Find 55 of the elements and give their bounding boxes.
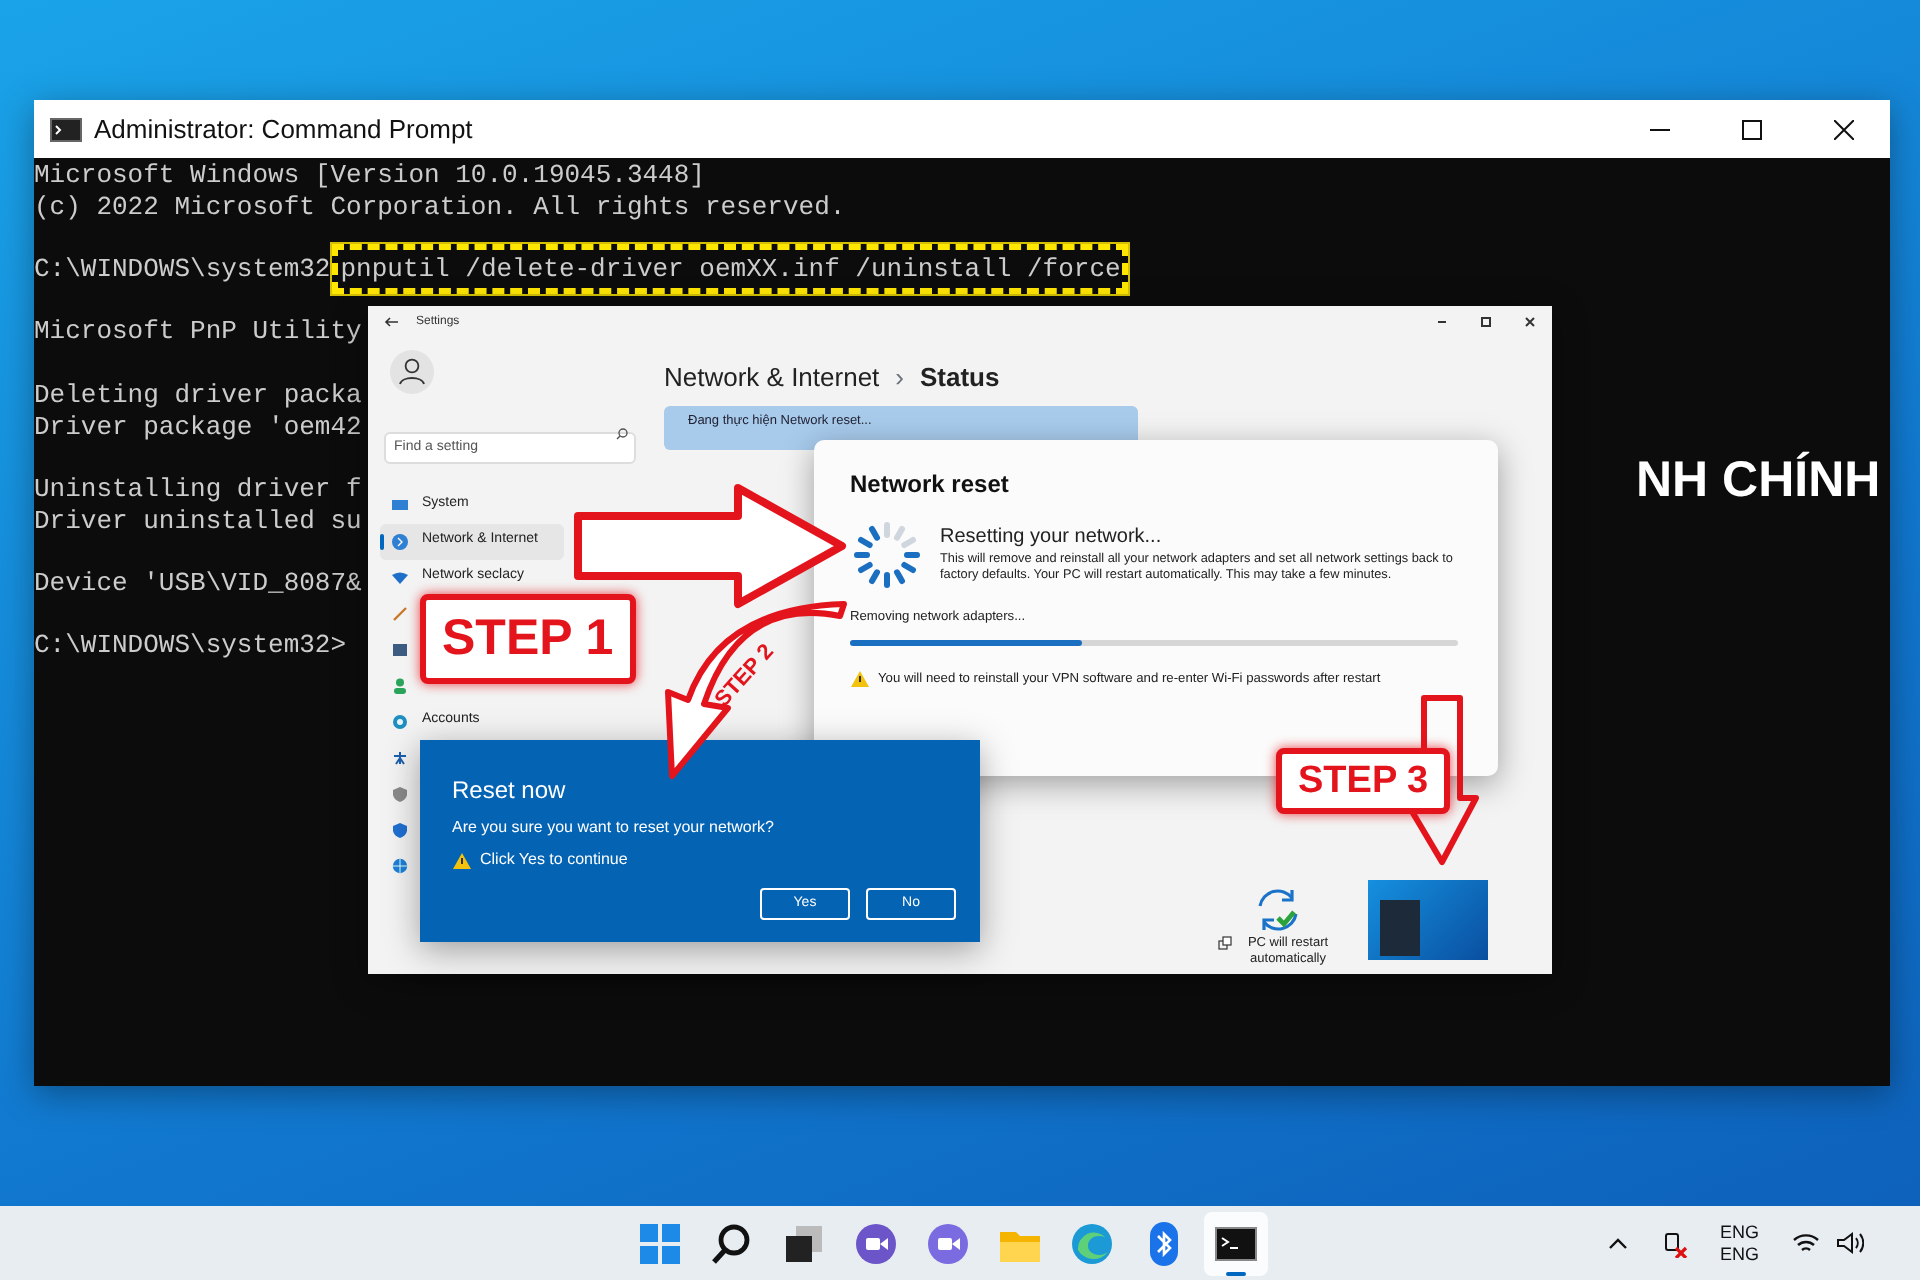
console-line: (c) 2022 Microsoft Corporation. All rights reserved. bbox=[34, 191, 846, 222]
pen-icon bbox=[392, 605, 408, 621]
console-line: Uninstalling driver f bbox=[34, 473, 362, 504]
wifi-icon[interactable] bbox=[1791, 1232, 1820, 1254]
breadcrumb-separator: › bbox=[895, 360, 904, 396]
dialog-heading: Resetting your network... bbox=[940, 524, 1164, 552]
maximize-icon[interactable] bbox=[1480, 316, 1492, 328]
warning-icon bbox=[850, 670, 870, 689]
dialog-question: Are you sure you want to reset your network? bbox=[452, 816, 776, 840]
console-line: Deleting driver packa bbox=[34, 379, 362, 410]
highlighted-command: pnputil /delete-driver oemXX.inf /uninstall /force bbox=[332, 244, 1129, 295]
window-title: Administrator: Command Prompt bbox=[94, 111, 473, 148]
back-arrow-icon[interactable] bbox=[384, 316, 400, 328]
chevron-up-icon[interactable] bbox=[1608, 1237, 1628, 1249]
warning-text: Click Yes to continue bbox=[480, 848, 628, 872]
console-icon bbox=[50, 117, 82, 141]
window-icon bbox=[1218, 935, 1232, 949]
breadcrumb-current: Status bbox=[920, 360, 1000, 396]
warning-icon bbox=[452, 851, 472, 869]
image-icon bbox=[392, 641, 408, 657]
console-line: Device 'USB\VID_8087& bbox=[34, 567, 362, 598]
dialog-title: Network reset bbox=[850, 468, 1011, 502]
network-disconnected-icon[interactable] bbox=[1660, 1229, 1688, 1257]
console-prompt: C:\WINDOWS\system32 bbox=[34, 254, 331, 285]
shield-icon bbox=[392, 821, 408, 837]
language-indicator[interactable]: ENG bbox=[1720, 1243, 1760, 1265]
console-line: Driver package 'oem42 bbox=[34, 411, 362, 441]
dialog-title: Reset now bbox=[452, 774, 568, 808]
close-icon[interactable] bbox=[1834, 119, 1854, 139]
maximize-icon[interactable] bbox=[1742, 119, 1762, 139]
search-icon bbox=[616, 428, 628, 440]
globe-icon bbox=[392, 857, 408, 873]
overlay-heading: NH CHÍNH bbox=[1636, 449, 1881, 512]
avatar-icon bbox=[390, 350, 434, 394]
desktop-screenshot-thumbnail bbox=[1368, 879, 1488, 959]
close-icon[interactable] bbox=[1524, 316, 1536, 328]
browser-icon[interactable] bbox=[1068, 1219, 1116, 1267]
monitor-icon bbox=[392, 497, 408, 513]
breadcrumb-parent[interactable]: Network & Internet bbox=[664, 358, 880, 397]
step-label: STEP 1 bbox=[420, 594, 636, 684]
language-indicator[interactable]: ENG bbox=[1720, 1221, 1760, 1243]
volume-icon[interactable] bbox=[1835, 1232, 1864, 1254]
minimize-icon[interactable] bbox=[1436, 316, 1448, 328]
wifi-icon bbox=[392, 569, 408, 585]
step-label: STEP 3 bbox=[1276, 748, 1451, 814]
console-line: Microsoft PnP Utility bbox=[34, 316, 362, 347]
accessibility-icon bbox=[392, 749, 408, 765]
shield-icon bbox=[392, 785, 408, 801]
console-line: Driver uninstalled su bbox=[34, 505, 362, 536]
loading-spinner-icon bbox=[850, 518, 924, 592]
start-icon[interactable] bbox=[636, 1219, 684, 1267]
console-line: C:\WINDOWS\system32> bbox=[34, 630, 347, 661]
console-line: Microsoft Windows [Version 10.0.19045.3448] bbox=[34, 160, 705, 190]
video-chat-icon[interactable] bbox=[924, 1219, 972, 1267]
video-chat-icon[interactable] bbox=[852, 1219, 900, 1267]
